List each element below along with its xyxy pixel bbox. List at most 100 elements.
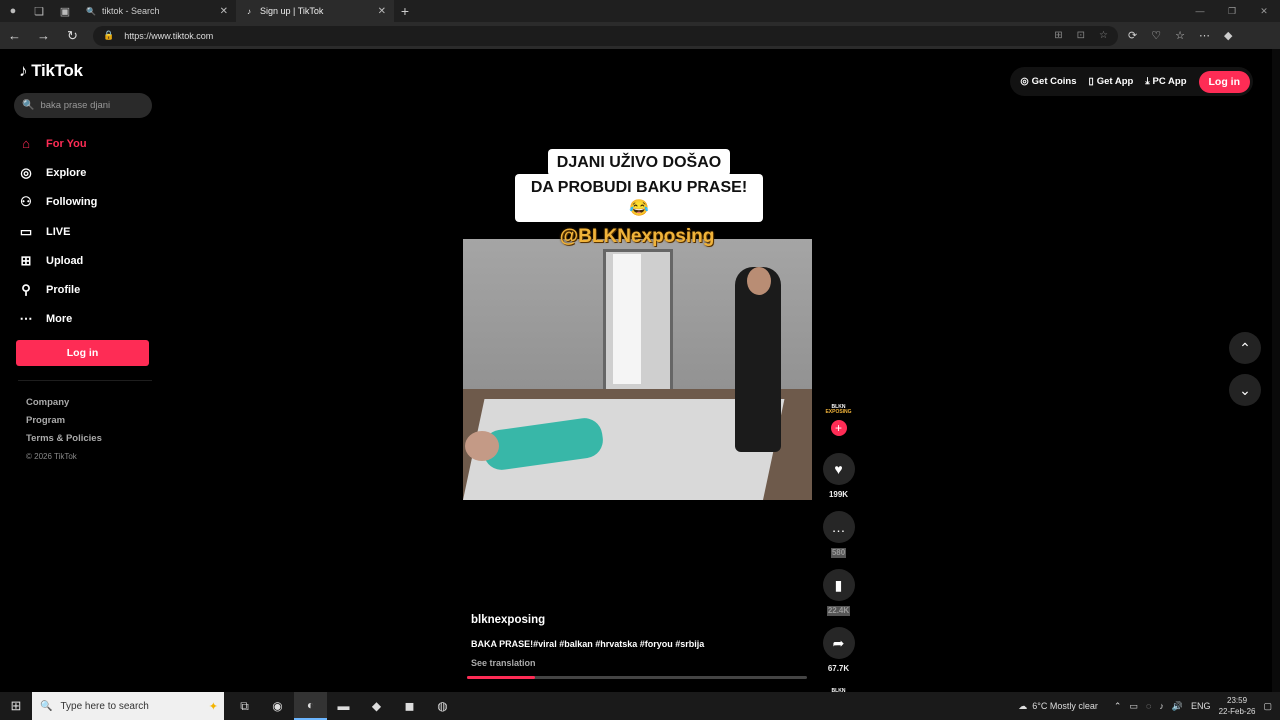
sidebar-item-following[interactable]: ⚇ Following [18,188,97,217]
new-tab-button[interactable]: + [394,0,416,22]
footer-link-program[interactable]: Program [26,412,102,430]
video-progress-bar[interactable] [467,676,807,679]
heart-icon[interactable]: ♥ [822,453,855,485]
meet-now-icon[interactable]: ◌ [1146,701,1151,711]
split-screen-icon[interactable]: ⟳ [1128,29,1137,42]
author-avatar-group: BLKN EXPOSING + [822,401,855,436]
tab-tiktok-search[interactable]: 🔍 tiktok - Search ✕ [78,0,236,22]
volume-icon[interactable]: 🔊 [1172,701,1183,712]
restore-button[interactable]: ❐ [1216,6,1248,17]
clock[interactable]: 23:59 22-Feb-26 [1219,695,1256,717]
sidebar-item-explore[interactable]: ◎ Explore [18,158,97,187]
messenger-app-icon[interactable]: ◉ [261,692,294,720]
close-window-button[interactable]: ✕ [1248,6,1280,17]
sidebar-item-profile[interactable]: ⚲ Profile [18,275,97,304]
sidebar-item-more[interactable]: ⋯ More [18,305,97,334]
minimize-button[interactable]: — [1184,6,1216,17]
file-explorer-icon[interactable]: ▬ [327,692,360,720]
share-icon[interactable]: ➦ [822,627,855,659]
get-app-button[interactable]: ▯ Get App [1089,76,1134,87]
settings-more-icon[interactable]: ⋯ [1199,29,1210,42]
comment-count: 580 [830,548,847,558]
tab-actions-icon[interactable]: ▣ [52,0,78,22]
chevron-up-icon[interactable]: ⌃ [1114,701,1122,712]
search-icon: 🔍 [22,100,35,111]
profile-icon[interactable]: ● [0,0,26,22]
close-icon[interactable]: ✕ [378,6,386,17]
refresh-button[interactable]: ↻ [58,22,87,49]
sidebar-item-live[interactable]: ▭ LIVE [18,217,97,246]
edge-browser-icon[interactable]: ◐ [294,692,327,720]
search-input[interactable] [40,100,141,111]
url-field[interactable]: 🔒 https://www.tiktok.com ⊞ ⊡ ☆ [93,25,1118,46]
pc-app-label: PC App [1152,76,1187,87]
avatar[interactable]: BLKN EXPOSING [823,401,854,419]
sidebar-item-label: More [46,313,73,326]
video-caption-overlay: DJANI UŽIVO DOŠAO DA PROBUDI BAKU PRASE!… [515,149,763,222]
page-scrollbar[interactable] [1272,49,1280,692]
weather-text: 6°C Mostly clear [1032,701,1098,711]
follow-plus-icon[interactable]: + [830,420,847,436]
tab-label: Sign up | TikTok [260,6,324,16]
windows-start-icon[interactable]: ⊞ [0,692,32,720]
get-coins-button[interactable]: ◎ Get Coins [1020,76,1076,87]
see-translation-link[interactable]: See translation [471,658,704,668]
pc-app-button[interactable]: ⤓ PC App [1145,76,1186,87]
comment-action: … 580 [822,511,855,558]
task-view-icon[interactable]: ⧉ [228,692,261,720]
video-action-bar: BLKN EXPOSING + ♥ 199K … 580 ▮ 22.4K ➦ 6… [822,401,855,703]
language-indicator[interactable]: ENG [1191,701,1211,711]
next-video-button[interactable]: ⌄ [1229,374,1261,406]
header-login-button[interactable]: Log in [1198,70,1250,93]
search-box[interactable]: 🔍 [14,93,152,118]
close-icon[interactable]: ✕ [220,6,228,17]
back-button[interactable]: ← [0,22,29,49]
logo-text: TikTok [31,61,83,80]
sidebar-item-label: Profile [46,284,81,297]
recorder-app-icon[interactable]: ◍ [426,692,459,720]
app-icon[interactable]: ◆ [360,692,393,720]
workspaces-icon[interactable]: ❏ [26,0,52,22]
share-action: ➦ 67.7K [822,627,855,674]
browser-essentials-icon[interactable]: ♡ [1151,29,1161,42]
like-action: ♥ 199K [822,453,855,500]
window-controls: — ❐ ✕ [1184,6,1280,17]
home-icon: ⌂ [22,136,30,152]
compass-icon: ◎ [20,164,32,180]
tab-sign-up-tiktok[interactable]: ♪ Sign up | TikTok ✕ [236,0,394,22]
favorite-star-icon[interactable]: ☆ [1099,30,1108,41]
sidebar-item-label: Upload [46,254,84,267]
weather-widget[interactable]: ☁ 6°C Mostly clear [1018,701,1098,712]
get-app-label: Get App [1096,76,1134,87]
tiktok-page: ♪ TikTok 🔍 ⌂ For You ◎ Explore ⚇ Followi… [0,49,1280,699]
copilot-icon[interactable]: ◆ [1224,29,1232,42]
sidebar-login-button[interactable]: Log in [16,340,149,366]
bookmark-icon[interactable]: ▮ [822,569,855,601]
favorites-icon[interactable]: ☆ [1175,29,1185,42]
search-favicon-icon: 🔍 [86,6,96,16]
network-icon[interactable]: ▭ [1129,701,1138,712]
lock-icon[interactable]: 🔒 [103,30,114,41]
video-player[interactable] [463,239,812,500]
video-frame [613,254,641,384]
search-icon: 🔍 [40,700,53,712]
get-coins-label: Get Coins [1031,76,1077,87]
taskbar-search[interactable]: 🔍 Type here to search ✦ [32,692,224,720]
comment-icon[interactable]: … [822,511,855,543]
footer-link-company[interactable]: Company [26,394,102,412]
previous-video-button[interactable]: ⌃ [1229,332,1261,364]
forward-button[interactable]: → [29,22,58,49]
extension-icon[interactable]: ⊡ [1077,30,1085,41]
sidebar-item-upload[interactable]: ⊞ Upload [18,246,97,275]
notification-icon[interactable]: ▢ [1263,701,1272,712]
author-username[interactable]: blknexposing [471,614,704,626]
media-app-icon[interactable]: ◼ [393,692,426,720]
clock-date: 22-Feb-26 [1218,707,1256,716]
video-progress-fill [467,676,535,679]
sidebar-item-for-you[interactable]: ⌂ For You [18,129,97,158]
microphone-icon[interactable]: ♪ [1159,701,1164,711]
sidebar-footer: Company Program Terms & Policies © 2026 … [26,394,102,466]
tiktok-logo[interactable]: ♪ TikTok [19,61,83,81]
footer-link-terms[interactable]: Terms & Policies [26,430,102,448]
app-available-icon[interactable]: ⊞ [1054,30,1062,41]
